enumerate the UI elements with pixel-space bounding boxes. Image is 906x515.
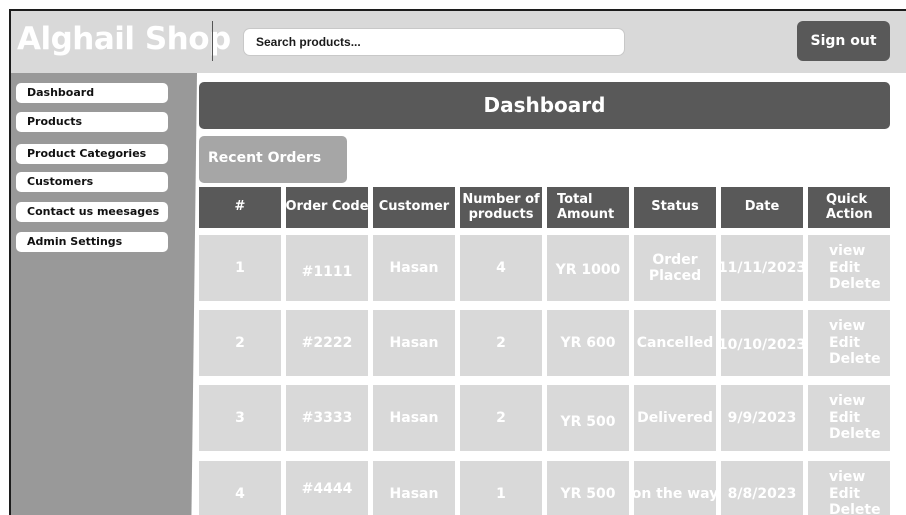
cell-order-code: #2222 [286,310,368,376]
column-header-quick-action: Quick Action [808,187,890,228]
recent-orders-tab[interactable]: Recent Orders [199,136,347,183]
cell-product-count: 1 [460,461,542,515]
sidebar-item-dashboard[interactable]: Dashboard [16,83,168,103]
delete-order-link[interactable]: Delete [829,276,881,293]
delete-order-link[interactable]: Delete [829,426,881,443]
cell-quick-action: view Edit Delete [808,310,890,376]
cell-product-count: 2 [460,385,542,451]
sidebar-item-contact-messages[interactable]: Contact us meesages [16,202,168,222]
cell-customer: Hasan [373,461,455,515]
cell-quick-action: view Edit Delete [808,461,890,515]
brand-logo: Alghail Shop [17,21,231,57]
view-order-link[interactable]: view [829,318,865,335]
cell-number: 2 [199,310,281,376]
header-divider [212,21,213,61]
cell-customer: Hasan [373,385,455,451]
cell-order-code: #3333 [286,385,368,451]
cell-customer: Hasan [373,235,455,301]
column-header-date: Date [721,187,803,228]
edit-order-link[interactable]: Edit [829,335,860,352]
sidebar-item-product-categories[interactable]: Product Categories [16,144,168,164]
cell-total-amount: YR 600 [547,310,629,376]
cell-total-amount: YR 500 [547,461,629,515]
cell-status: Order Placed [634,235,716,301]
cell-product-count: 4 [460,235,542,301]
cell-status: Cancelled [634,310,716,376]
cell-order-code: #1111 [286,235,368,301]
column-header-order-code: Order Code [286,187,368,228]
cell-date: 9/9/2023 [721,385,803,451]
app-frame: Alghail Shop Sign out Dashboard Products… [9,9,906,515]
sidebar: Dashboard Products Product Categories Cu… [11,73,197,515]
view-order-link[interactable]: view [829,393,865,410]
view-order-link[interactable]: view [829,243,865,260]
cell-quick-action: view Edit Delete [808,385,890,451]
cell-customer: Hasan [373,310,455,376]
sidebar-item-products[interactable]: Products [16,112,168,132]
cell-order-code: #4444 [286,461,368,515]
edit-order-link[interactable]: Edit [829,486,860,503]
edit-order-link[interactable]: Edit [829,260,860,277]
column-header-total-amount: Total Amount [547,187,629,228]
sign-out-button[interactable]: Sign out [797,21,890,61]
cell-date: 11/11/2023 [721,235,803,301]
cell-number: 4 [199,461,281,515]
cell-total-amount: YR 500 [547,385,629,451]
cell-product-count: 2 [460,310,542,376]
cell-date: 8/8/2023 [721,461,803,515]
cell-number: 3 [199,385,281,451]
column-header-status: Status [634,187,716,228]
top-header: Alghail Shop Sign out [11,11,906,73]
column-header-product-count: Number of products [460,187,542,228]
cell-quick-action: view Edit Delete [808,235,890,301]
cell-status: Delivered [634,385,716,451]
sidebar-item-customers[interactable]: Customers [16,172,168,192]
cell-total-amount: YR 1000 [547,235,629,301]
search-input[interactable] [243,28,625,56]
column-header-customer: Customer [373,187,455,228]
view-order-link[interactable]: view [829,469,865,486]
column-header-number: # [199,187,281,228]
page-title: Dashboard [199,82,890,129]
edit-order-link[interactable]: Edit [829,410,860,427]
sidebar-item-admin-settings[interactable]: Admin Settings [16,232,168,252]
cell-status: on the way [634,461,716,515]
delete-order-link[interactable]: Delete [829,502,881,515]
cell-number: 1 [199,235,281,301]
cell-date: 10/10/2023 [721,310,803,376]
delete-order-link[interactable]: Delete [829,351,881,368]
